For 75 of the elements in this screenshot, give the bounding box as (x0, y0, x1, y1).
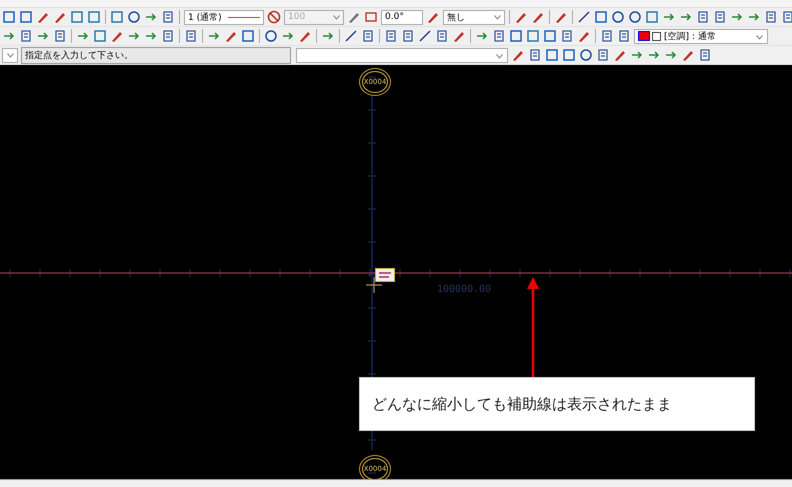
grid-icon[interactable] (2, 10, 16, 24)
pencil-icon[interactable] (514, 10, 528, 24)
circle-icon[interactable] (579, 48, 593, 62)
doc-icon[interactable] (53, 29, 67, 43)
doc-icon[interactable] (764, 10, 778, 24)
square-icon[interactable] (70, 10, 84, 24)
circle-icon[interactable] (628, 10, 642, 24)
pencil-icon[interactable] (224, 29, 238, 43)
grid-icon[interactable] (562, 48, 576, 62)
square-icon[interactable] (110, 10, 124, 24)
doc-icon[interactable] (528, 48, 542, 62)
doc-icon[interactable] (161, 10, 175, 24)
pencil-icon[interactable] (613, 48, 627, 62)
grid-icon[interactable] (543, 29, 557, 43)
layer-dropdown[interactable]: [空調] : 通常 (634, 28, 768, 44)
doc-icon[interactable] (19, 29, 33, 43)
doc-icon[interactable] (713, 10, 727, 24)
fill-dropdown[interactable]: 無し (443, 10, 505, 24)
caret-icon (496, 54, 503, 58)
crosshair-icon (366, 277, 382, 293)
doc-icon[interactable] (781, 10, 792, 24)
pencil-icon[interactable] (347, 10, 361, 24)
pencil-icon[interactable] (577, 29, 591, 43)
pencil-icon[interactable] (554, 10, 568, 24)
pencil-icon[interactable] (426, 10, 440, 24)
callout-note: どんなに縮小しても補助線は表示されたまま (359, 377, 755, 431)
pencil-icon[interactable] (110, 29, 124, 43)
circle-icon[interactable] (611, 10, 625, 24)
prohibited-icon[interactable] (267, 10, 281, 24)
grid-icon[interactable] (19, 10, 33, 24)
line-icon[interactable] (577, 10, 591, 24)
square-icon[interactable] (526, 29, 540, 43)
square-icon[interactable] (87, 10, 101, 24)
doc-icon[interactable] (184, 29, 198, 43)
history-dropdown[interactable] (2, 48, 18, 62)
caret-icon (333, 14, 340, 20)
block-symbol-icon (375, 268, 395, 282)
pencil-icon[interactable] (452, 29, 466, 43)
doc-icon[interactable] (596, 48, 610, 62)
grid-icon[interactable] (545, 48, 559, 62)
command-input[interactable] (296, 48, 508, 62)
dimension-label: 100000.00 (437, 284, 492, 295)
grid-icon[interactable] (509, 29, 523, 43)
angle-field[interactable]: 0.0° (381, 10, 423, 24)
grid-icon[interactable] (594, 10, 608, 24)
line-icon[interactable] (344, 29, 358, 43)
grid-icon[interactable] (241, 29, 255, 43)
doc-icon[interactable] (401, 29, 415, 43)
doc-icon[interactable] (696, 10, 710, 24)
doc-icon[interactable] (698, 48, 712, 62)
caret-icon (756, 34, 763, 40)
doc-icon[interactable] (617, 29, 631, 43)
pencil-icon[interactable] (298, 29, 312, 43)
doc-icon[interactable] (435, 29, 449, 43)
square-icon[interactable] (645, 10, 659, 24)
pencil-icon[interactable] (511, 48, 525, 62)
doc-icon[interactable] (492, 29, 506, 43)
pencil-icon[interactable] (681, 48, 695, 62)
pencil-icon[interactable] (53, 10, 67, 24)
doc-icon[interactable] (560, 29, 574, 43)
caret-icon (6, 52, 14, 58)
pencil-icon[interactable] (531, 10, 545, 24)
line-icon[interactable] (418, 29, 432, 43)
doc-icon[interactable] (161, 29, 175, 43)
command-prompt: 指定点を入力して下さい。 (21, 46, 291, 64)
doc-icon[interactable] (384, 29, 398, 43)
caret-icon (494, 14, 501, 20)
doc-icon[interactable] (600, 29, 614, 43)
circle-icon[interactable] (127, 10, 141, 24)
square-icon[interactable] (93, 29, 107, 43)
pencil-icon[interactable] (36, 10, 50, 24)
doc-icon[interactable] (361, 29, 375, 43)
line-style-dropdown[interactable]: 1 (通常) (184, 10, 264, 24)
square-icon[interactable] (364, 10, 378, 24)
circle-icon[interactable] (264, 29, 278, 43)
